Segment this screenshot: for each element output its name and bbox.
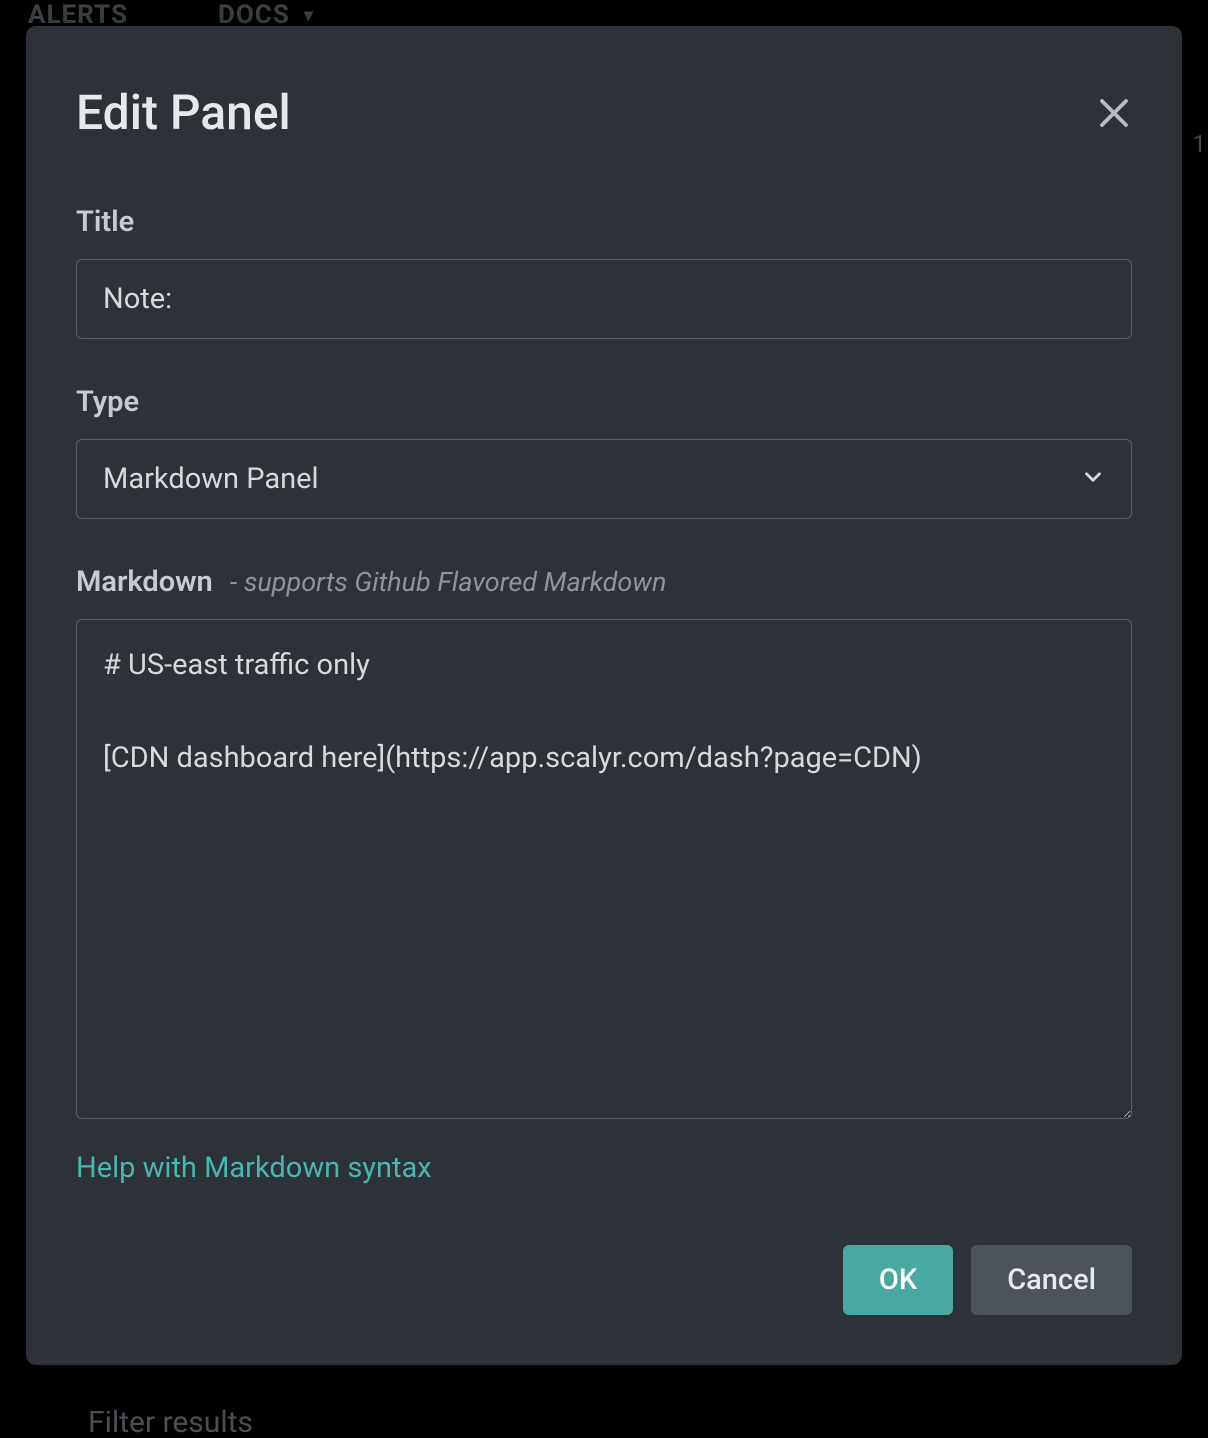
markdown-label: Markdown - supports Github Flavored Mark… (76, 565, 1132, 599)
help-markdown-link[interactable]: Help with Markdown syntax (76, 1151, 1132, 1185)
close-icon[interactable] (1096, 95, 1132, 131)
type-label: Type (76, 385, 1132, 419)
markdown-hint: - supports Github Flavored Markdown (230, 566, 666, 598)
title-block: Title (76, 205, 1132, 339)
cancel-button[interactable]: Cancel (971, 1245, 1132, 1315)
modal-header: Edit Panel (76, 84, 1132, 141)
background-filter-text: Filter results (88, 1405, 253, 1438)
modal-title: Edit Panel (76, 84, 291, 141)
markdown-block: Markdown - supports Github Flavored Mark… (76, 565, 1132, 1123)
markdown-label-text: Markdown (76, 565, 213, 599)
ok-button[interactable]: OK (843, 1245, 953, 1315)
chevron-down-icon: ▾ (304, 5, 314, 26)
type-block: Type Markdown Panel (76, 385, 1132, 519)
type-select-wrap: Markdown Panel (76, 439, 1132, 519)
title-label: Title (76, 205, 1132, 239)
title-input[interactable] (76, 259, 1132, 339)
modal-footer: OK Cancel (76, 1245, 1132, 1315)
type-select[interactable]: Markdown Panel (76, 439, 1132, 519)
edit-panel-modal: Edit Panel Title Type Markdown Panel M (26, 26, 1182, 1365)
markdown-textarea[interactable] (76, 619, 1132, 1119)
